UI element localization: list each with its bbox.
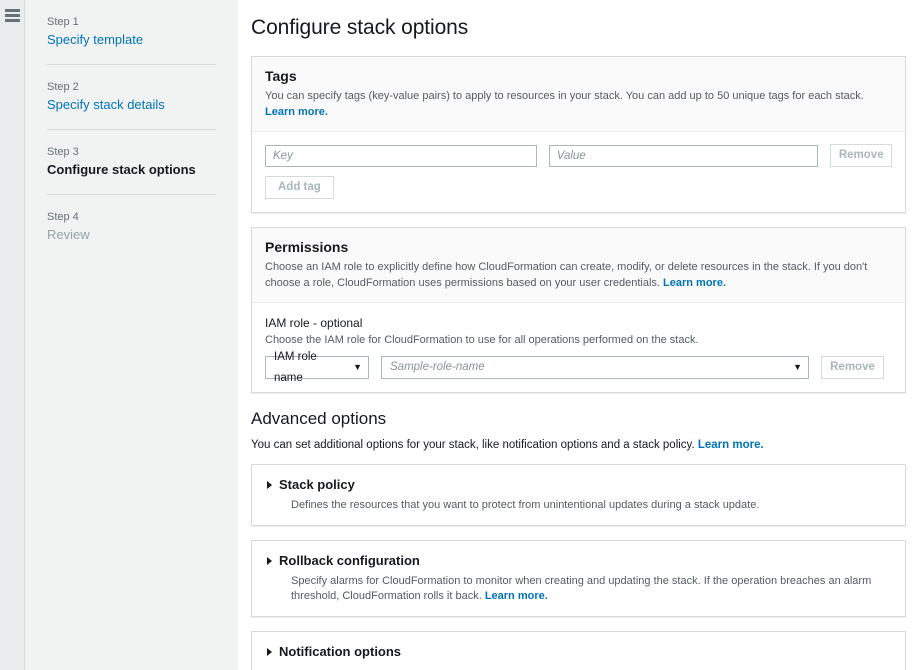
- advanced-options-description-text: You can set additional options for your …: [251, 439, 695, 451]
- sidebar-item-specify-stack-details[interactable]: Specify stack details: [47, 96, 216, 114]
- permissions-learn-more-link[interactable]: Learn more.: [663, 277, 726, 289]
- permissions-panel-body: IAM role - optional Choose the IAM role …: [252, 303, 905, 392]
- expander-description: Defines the resources that you want to p…: [291, 498, 892, 513]
- sidebar-item-configure-stack-options: Configure stack options: [47, 161, 216, 179]
- expander-title: Stack policy: [279, 476, 355, 494]
- expander-stack-policy[interactable]: Stack policy Defines the resources that …: [251, 464, 906, 526]
- iam-role-name-placeholder: Sample-role-name: [390, 357, 485, 378]
- hamburger-bar: [5, 14, 20, 17]
- sidebar-step-3: Step 3 Configure stack options: [47, 144, 216, 180]
- hamburger-bar: [5, 9, 20, 12]
- page-title: Configure stack options: [251, 14, 906, 42]
- add-tag-button[interactable]: Add tag: [265, 176, 334, 199]
- sidebar-step-2: Step 2 Specify stack details: [47, 79, 216, 115]
- cloudformation-wizard: Step 1 Specify template Step 2 Specify s…: [0, 0, 921, 670]
- permissions-panel: Permissions Choose an IAM role to explic…: [251, 227, 906, 393]
- iam-role-name-select[interactable]: Sample-role-name ▼: [381, 356, 809, 379]
- tags-title: Tags: [265, 67, 892, 85]
- tags-description: You can specify tags (key-value pairs) t…: [265, 88, 892, 120]
- step-number: Step 1: [47, 14, 216, 30]
- expander-notification-options[interactable]: Notification options: [251, 631, 906, 670]
- step-number: Step 4: [47, 209, 216, 225]
- sidebar-step-1: Step 1 Specify template: [47, 14, 216, 50]
- iam-role-label: IAM role - optional: [265, 315, 892, 331]
- rollback-learn-more-link[interactable]: Learn more.: [485, 590, 548, 602]
- chevron-right-icon: [267, 481, 272, 489]
- left-rail: [0, 0, 25, 670]
- tags-learn-more-link[interactable]: Learn more.: [265, 106, 328, 118]
- expander-header: Rollback configuration: [265, 552, 892, 570]
- permissions-description: Choose an IAM role to explicitly define …: [265, 259, 892, 291]
- step-divider: [47, 194, 216, 195]
- tag-key-input[interactable]: [265, 145, 537, 167]
- permissions-title: Permissions: [265, 238, 892, 256]
- permissions-panel-header: Permissions Choose an IAM role to explic…: [252, 228, 905, 303]
- main-content: Configure stack options Tags You can spe…: [238, 0, 921, 670]
- wizard-steps-sidebar: Step 1 Specify template Step 2 Specify s…: [25, 0, 238, 670]
- sidebar-step-4: Step 4 Review: [47, 209, 216, 245]
- sidebar-item-review: Review: [47, 226, 216, 244]
- sidebar-item-specify-template[interactable]: Specify template: [47, 31, 216, 49]
- tag-value-input[interactable]: [549, 145, 819, 167]
- expander-title: Notification options: [279, 643, 401, 661]
- expander-header: Notification options: [265, 643, 892, 661]
- step-divider: [47, 129, 216, 130]
- advanced-learn-more-link[interactable]: Learn more.: [698, 439, 764, 451]
- expander-header: Stack policy: [265, 476, 892, 494]
- remove-tag-button[interactable]: Remove: [830, 144, 892, 167]
- tags-panel: Tags You can specify tags (key-value pai…: [251, 56, 906, 213]
- chevron-right-icon: [267, 648, 272, 656]
- tags-panel-header: Tags You can specify tags (key-value pai…: [252, 57, 905, 132]
- hamburger-bar: [5, 19, 20, 22]
- expander-rollback-configuration[interactable]: Rollback configuration Specify alarms fo…: [251, 540, 906, 617]
- chevron-down-icon: ▼: [353, 363, 362, 372]
- tags-description-text: You can specify tags (key-value pairs) t…: [265, 90, 864, 102]
- iam-role-hint: Choose the IAM role for CloudFormation t…: [265, 333, 892, 348]
- iam-role-type-select[interactable]: IAM role name ▼: [265, 356, 369, 379]
- permissions-description-text: Choose an IAM role to explicitly define …: [265, 261, 867, 289]
- tags-panel-body: Remove Add tag: [252, 132, 905, 212]
- step-divider: [47, 64, 216, 65]
- hamburger-icon[interactable]: [5, 9, 20, 22]
- expander-description: Specify alarms for CloudFormation to mon…: [291, 574, 892, 604]
- step-number: Step 2: [47, 79, 216, 95]
- chevron-down-icon: ▼: [793, 363, 802, 372]
- expander-title: Rollback configuration: [279, 552, 420, 570]
- advanced-options-description: You can set additional options for your …: [251, 437, 906, 453]
- iam-role-row: IAM role name ▼ Sample-role-name ▼ Remov…: [265, 356, 892, 379]
- expander-description-text: Specify alarms for CloudFormation to mon…: [291, 575, 871, 602]
- step-number: Step 3: [47, 144, 216, 160]
- remove-iam-role-button[interactable]: Remove: [821, 356, 884, 379]
- tag-row: Remove: [265, 144, 892, 167]
- advanced-options-title: Advanced options: [251, 407, 906, 431]
- chevron-right-icon: [267, 557, 272, 565]
- iam-role-type-value: IAM role name: [274, 347, 347, 389]
